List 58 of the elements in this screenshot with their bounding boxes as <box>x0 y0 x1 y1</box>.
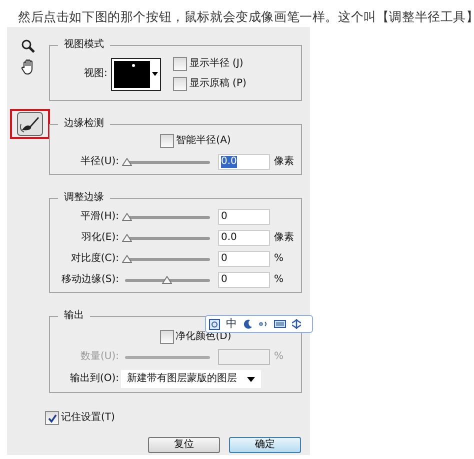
ime-mode[interactable]: 中 <box>226 318 237 330</box>
arrows-icon[interactable] <box>292 319 301 329</box>
value-field[interactable]: 0.0 <box>218 154 270 170</box>
brush-icon <box>16 112 42 136</box>
output-dropdown[interactable]: 新建带有图层蒙版的图层 <box>121 370 261 388</box>
slider-label: 羽化(E): <box>80 232 120 244</box>
value-field[interactable] <box>218 349 270 365</box>
slider-thumb[interactable] <box>122 234 132 242</box>
group-title: 边缘检测 <box>63 118 105 130</box>
keyboard-icon[interactable] <box>274 320 286 328</box>
unit-label: % <box>273 253 285 265</box>
checkbox-label[interactable]: 显示半径 (J) <box>189 58 244 70</box>
unit-label: % <box>273 351 285 363</box>
slider-label: 半径(U): <box>80 156 120 168</box>
slider[interactable] <box>122 233 210 243</box>
value-field[interactable]: 0 <box>218 272 270 288</box>
unit-label: 像素 <box>273 156 295 168</box>
caret-icon[interactable] <box>247 376 255 382</box>
checkbox[interactable] <box>160 134 174 148</box>
checkbox-label[interactable]: 智能半径(A) <box>176 135 231 147</box>
slider-label: 数量(U): <box>80 351 120 363</box>
checkbox-label[interactable]: 显示原稿 (P) <box>189 78 246 90</box>
dialog-button[interactable]: 复位 <box>148 437 220 453</box>
group-title: 调整边缘 <box>63 192 105 204</box>
slider-thumb[interactable] <box>122 213 132 221</box>
value-field[interactable]: 0 <box>218 209 270 225</box>
value-field[interactable]: 0.0 <box>218 230 270 246</box>
slider-thumb[interactable] <box>162 276 172 284</box>
group-title: 输出 <box>63 310 85 322</box>
unit-label: 像素 <box>273 232 295 244</box>
checkbox[interactable] <box>160 330 174 344</box>
checkbox[interactable] <box>173 77 188 91</box>
slider-label: 平滑(H): <box>79 211 120 223</box>
moon-icon[interactable] <box>243 319 253 329</box>
view-label: 视图: <box>84 68 108 80</box>
view-dropdown[interactable] <box>111 58 162 90</box>
slider-label: 对比度(C): <box>70 253 120 265</box>
slider-label: 移动边缘(S): <box>60 274 120 286</box>
checkbox-label[interactable]: 记住设置(T) <box>61 412 115 424</box>
slider-thumb[interactable] <box>122 158 132 166</box>
slider[interactable] <box>122 254 210 264</box>
caption-text: 然后点击如下图的那个按钮，鼠标就会变成像画笔一样。这个叫【调整半径工具】 <box>18 9 474 24</box>
hand-icon[interactable] <box>20 59 36 75</box>
output-to-label: 输出到(O): <box>68 373 120 385</box>
slider[interactable] <box>122 157 210 167</box>
punctuation-icon[interactable] <box>259 321 268 327</box>
unit-label: % <box>273 274 285 286</box>
checkbox[interactable] <box>45 411 59 425</box>
zoom-icon[interactable] <box>21 39 35 53</box>
ime-logo-icon[interactable] <box>209 318 220 330</box>
caret-icon[interactable] <box>152 72 158 76</box>
checkbox[interactable] <box>173 57 188 71</box>
dropdown-value: 新建带有图层蒙版的图层 <box>127 373 237 385</box>
slider-thumb[interactable] <box>122 255 132 263</box>
slider[interactable] <box>122 212 210 222</box>
value-field[interactable]: 0 <box>218 251 270 267</box>
dialog-button[interactable]: 确定 <box>229 437 301 453</box>
group-title: 视图模式 <box>63 39 105 51</box>
